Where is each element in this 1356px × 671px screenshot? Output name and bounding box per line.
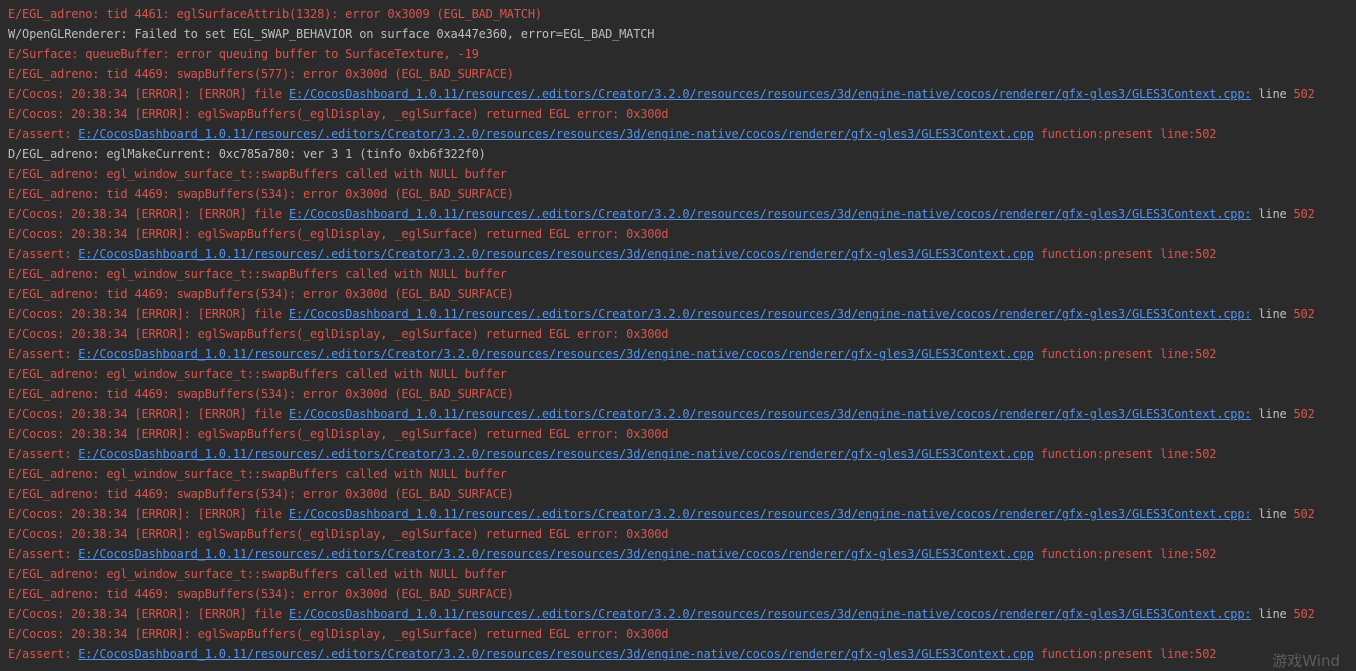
log-line: E/EGL_adreno: tid 4469: swapBuffers(534)…	[8, 184, 1356, 204]
log-text: line	[1251, 407, 1294, 421]
log-line: E/EGL_adreno: egl_window_surface_t::swap…	[8, 164, 1356, 184]
file-link[interactable]: E:/CocosDashboard_1.0.11/resources/.edit…	[78, 347, 1034, 361]
log-line: E/EGL_adreno: tid 4469: swapBuffers(577)…	[8, 64, 1356, 84]
log-text: E/Cocos: 20:38:34 [ERROR]: [ERROR] file	[8, 607, 289, 621]
log-line: E/assert: E:/CocosDashboard_1.0.11/resou…	[8, 644, 1356, 662]
log-text: E/EGL_adreno: tid 4469: swapBuffers(534)…	[8, 587, 514, 601]
log-text: E/Cocos: 20:38:34 [ERROR]: [ERROR] file	[8, 207, 289, 221]
log-text: E/Cocos: 20:38:34 [ERROR]: [ERROR] file	[8, 307, 289, 321]
log-line: E/Cocos: 20:38:34 [ERROR]: [ERROR] file …	[8, 84, 1356, 104]
log-text: 502	[1293, 607, 1315, 621]
log-text: E/EGL_adreno: tid 4469: swapBuffers(534)…	[8, 287, 514, 301]
log-text: E/EGL_adreno: tid 4469: swapBuffers(534)…	[8, 187, 514, 201]
log-line: E/Cocos: 20:38:34 [ERROR]: eglSwapBuffer…	[8, 224, 1356, 244]
file-link[interactable]: E:/CocosDashboard_1.0.11/resources/.edit…	[289, 307, 1252, 321]
logcat-console[interactable]: E/EGL_adreno: tid 4461: eglSurfaceAttrib…	[0, 0, 1356, 662]
log-text: 502	[1293, 207, 1315, 221]
log-text: 502	[1293, 407, 1315, 421]
log-text: E/Cocos: 20:38:34 [ERROR]: [ERROR] file	[8, 407, 289, 421]
log-text: E/EGL_adreno: tid 4469: swapBuffers(577)…	[8, 67, 514, 81]
log-text: line	[1251, 207, 1294, 221]
log-line: E/Surface: queueBuffer: error queuing bu…	[8, 44, 1356, 64]
log-text: function:present line:502	[1033, 347, 1217, 361]
log-line: E/assert: E:/CocosDashboard_1.0.11/resou…	[8, 124, 1356, 144]
file-link[interactable]: E:/CocosDashboard_1.0.11/resources/.edit…	[289, 607, 1252, 621]
log-text: line	[1251, 607, 1294, 621]
log-text: function:present line:502	[1033, 247, 1217, 261]
log-text: 502	[1293, 87, 1315, 101]
log-line: E/EGL_adreno: egl_window_surface_t::swap…	[8, 264, 1356, 284]
log-text: E/assert:	[8, 127, 79, 141]
log-line: E/assert: E:/CocosDashboard_1.0.11/resou…	[8, 344, 1356, 364]
log-line: E/assert: E:/CocosDashboard_1.0.11/resou…	[8, 244, 1356, 264]
log-text: E/EGL_adreno: egl_window_surface_t::swap…	[8, 567, 507, 581]
log-text: E/EGL_adreno: tid 4461: eglSurfaceAttrib…	[8, 7, 542, 21]
watermark: 游戏Wind	[1272, 652, 1340, 670]
log-text: E/Cocos: 20:38:34 [ERROR]: eglSwapBuffer…	[8, 627, 669, 641]
log-text: E/Cocos: 20:38:34 [ERROR]: [ERROR] file	[8, 87, 289, 101]
log-line: E/Cocos: 20:38:34 [ERROR]: [ERROR] file …	[8, 404, 1356, 424]
log-text: line	[1251, 307, 1294, 321]
file-link[interactable]: E:/CocosDashboard_1.0.11/resources/.edit…	[289, 87, 1252, 101]
log-line: E/Cocos: 20:38:34 [ERROR]: [ERROR] file …	[8, 504, 1356, 524]
log-line: E/assert: E:/CocosDashboard_1.0.11/resou…	[8, 544, 1356, 564]
log-text: E/assert:	[8, 547, 79, 561]
log-text: E/Cocos: 20:38:34 [ERROR]: eglSwapBuffer…	[8, 107, 669, 121]
log-text: function:present line:502	[1033, 447, 1217, 461]
log-text: E/EGL_adreno: egl_window_surface_t::swap…	[8, 467, 507, 481]
log-line: E/EGL_adreno: tid 4469: swapBuffers(534)…	[8, 284, 1356, 304]
log-line: E/Cocos: 20:38:34 [ERROR]: eglSwapBuffer…	[8, 104, 1356, 124]
log-line: E/Cocos: 20:38:34 [ERROR]: eglSwapBuffer…	[8, 324, 1356, 344]
log-line: E/EGL_adreno: tid 4461: eglSurfaceAttrib…	[8, 4, 1356, 24]
file-link[interactable]: E:/CocosDashboard_1.0.11/resources/.edit…	[78, 447, 1034, 461]
log-text: E/EGL_adreno: egl_window_surface_t::swap…	[8, 267, 507, 281]
log-line: E/Cocos: 20:38:34 [ERROR]: [ERROR] file …	[8, 204, 1356, 224]
file-link[interactable]: E:/CocosDashboard_1.0.11/resources/.edit…	[78, 547, 1034, 561]
log-text: E/Cocos: 20:38:34 [ERROR]: [ERROR] file	[8, 507, 289, 521]
log-line: E/Cocos: 20:38:34 [ERROR]: [ERROR] file …	[8, 604, 1356, 624]
file-link[interactable]: E:/CocosDashboard_1.0.11/resources/.edit…	[289, 207, 1252, 221]
log-text: E/Cocos: 20:38:34 [ERROR]: eglSwapBuffer…	[8, 527, 669, 541]
file-link[interactable]: E:/CocosDashboard_1.0.11/resources/.edit…	[78, 647, 1034, 661]
log-text: E/Cocos: 20:38:34 [ERROR]: eglSwapBuffer…	[8, 227, 669, 241]
file-link[interactable]: E:/CocosDashboard_1.0.11/resources/.edit…	[289, 507, 1252, 521]
log-text: E/Cocos: 20:38:34 [ERROR]: eglSwapBuffer…	[8, 327, 669, 341]
log-text: line	[1251, 507, 1294, 521]
log-text: function:present line:502	[1033, 547, 1217, 561]
log-text: E/EGL_adreno: egl_window_surface_t::swap…	[8, 167, 507, 181]
log-text: 502	[1293, 507, 1315, 521]
log-text: function:present line:502	[1033, 127, 1217, 141]
log-line: E/assert: E:/CocosDashboard_1.0.11/resou…	[8, 444, 1356, 464]
log-line: E/Cocos: 20:38:34 [ERROR]: eglSwapBuffer…	[8, 624, 1356, 644]
log-line: W/OpenGLRenderer: Failed to set EGL_SWAP…	[8, 24, 1356, 44]
log-line: E/EGL_adreno: egl_window_surface_t::swap…	[8, 564, 1356, 584]
log-text: line	[1251, 87, 1294, 101]
log-line: E/Cocos: 20:38:34 [ERROR]: eglSwapBuffer…	[8, 524, 1356, 544]
log-text: E/EGL_adreno: tid 4469: swapBuffers(534)…	[8, 387, 514, 401]
log-text: W/OpenGLRenderer: Failed to set EGL_SWAP…	[8, 27, 655, 41]
log-text: function:present line:502	[1033, 647, 1217, 661]
log-text: E/Cocos: 20:38:34 [ERROR]: eglSwapBuffer…	[8, 427, 669, 441]
file-link[interactable]: E:/CocosDashboard_1.0.11/resources/.edit…	[78, 127, 1034, 141]
log-text: E/assert:	[8, 647, 79, 661]
log-text: E/assert:	[8, 447, 79, 461]
log-line: E/EGL_adreno: tid 4469: swapBuffers(534)…	[8, 384, 1356, 404]
log-line: E/EGL_adreno: egl_window_surface_t::swap…	[8, 464, 1356, 484]
file-link[interactable]: E:/CocosDashboard_1.0.11/resources/.edit…	[289, 407, 1252, 421]
file-link[interactable]: E:/CocosDashboard_1.0.11/resources/.edit…	[78, 247, 1034, 261]
log-text: E/EGL_adreno: tid 4469: swapBuffers(534)…	[8, 487, 514, 501]
log-text: E/Surface: queueBuffer: error queuing bu…	[8, 47, 479, 61]
log-text: E/EGL_adreno: egl_window_surface_t::swap…	[8, 367, 507, 381]
log-line: E/EGL_adreno: egl_window_surface_t::swap…	[8, 364, 1356, 384]
log-line: D/EGL_adreno: eglMakeCurrent: 0xc785a780…	[8, 144, 1356, 164]
log-text: E/assert:	[8, 247, 79, 261]
log-text: E/assert:	[8, 347, 79, 361]
log-line: E/EGL_adreno: tid 4469: swapBuffers(534)…	[8, 584, 1356, 604]
log-line: E/EGL_adreno: tid 4469: swapBuffers(534)…	[8, 484, 1356, 504]
log-line: E/Cocos: 20:38:34 [ERROR]: [ERROR] file …	[8, 304, 1356, 324]
log-text: 502	[1293, 307, 1315, 321]
log-text: D/EGL_adreno: eglMakeCurrent: 0xc785a780…	[8, 147, 486, 161]
log-line: E/Cocos: 20:38:34 [ERROR]: eglSwapBuffer…	[8, 424, 1356, 444]
